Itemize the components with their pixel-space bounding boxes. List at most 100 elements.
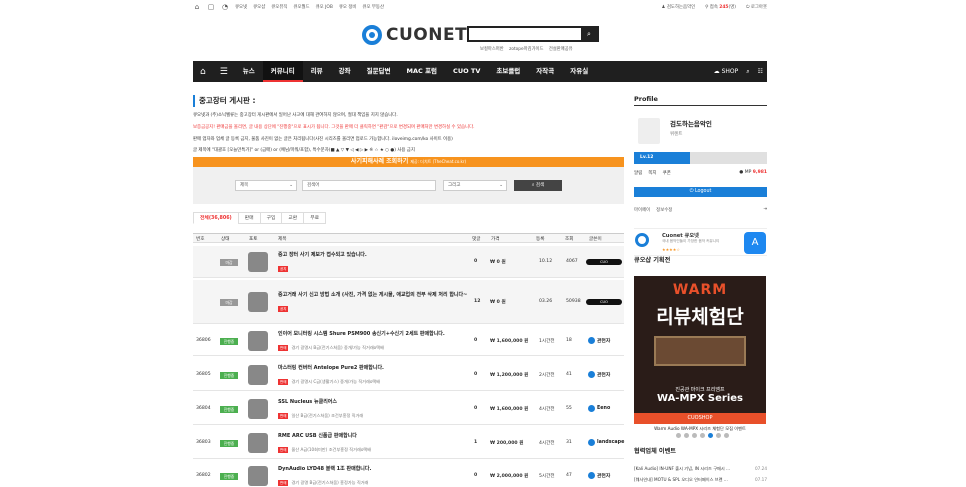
keyword-input[interactable]: 검색어 — [302, 180, 436, 191]
tab-free[interactable]: 무료 — [303, 212, 327, 224]
nav-item-mac-forum[interactable]: MAC 포럼 — [399, 61, 446, 82]
nav-item-community[interactable]: 커뮤니티 — [262, 61, 303, 82]
nav-item-lecture[interactable]: 강좌 — [331, 61, 359, 82]
row-writer[interactable]: 관천자 — [588, 337, 610, 344]
row-writer[interactable]: landscape — [588, 439, 624, 446]
row-thumbnail[interactable] — [248, 466, 268, 486]
row-number: 36805 — [196, 372, 211, 377]
coupons-link[interactable]: 쿠폰 — [663, 170, 671, 176]
row-thumbnail[interactable] — [248, 399, 268, 419]
row-thumbnail[interactable] — [248, 292, 268, 312]
carousel-dot[interactable] — [708, 433, 713, 438]
event-item[interactable]: [Kali Audio] IN-UNF 출시 기념, IN 시리즈 구매시 ..… — [634, 466, 767, 472]
table-row[interactable]: 36805 진행중 마스터링 컨버터 Antelope Pure2 판매합니다. 판매… — [193, 358, 624, 391]
messages-link[interactable]: 쪽지 — [648, 170, 656, 176]
tab-exchange[interactable]: 교환 — [281, 212, 305, 224]
nav-shop-link[interactable]: ☁ SHOP — [714, 68, 739, 75]
home-icon[interactable]: ⌂ — [193, 3, 201, 11]
top-link-cuomusic[interactable]: 큐오뮤직 — [271, 4, 287, 10]
bookmark-icon[interactable]: ▢ — [207, 3, 215, 11]
top-user-name[interactable]: ♟ 검도하는음악인 — [662, 4, 696, 10]
nav-item-original[interactable]: 자작곡 — [528, 61, 562, 82]
mp-points[interactable]: ● MP 9,981 — [739, 170, 767, 176]
tab-sell[interactable]: 판매 — [237, 212, 261, 224]
row-thumbnail[interactable] — [248, 252, 268, 272]
logout-button[interactable]: ⏻ Logout — [634, 187, 767, 197]
table-row[interactable]: 36806 진행중 인이어 모니터링 시스템 Shure PSM900 송신기+수신… — [193, 326, 624, 356]
nav-item-news[interactable]: 뉴스 — [235, 61, 263, 82]
top-link-cuoshop[interactable]: 큐오샵 — [253, 4, 265, 10]
table-row[interactable]: 마감 중고거래 사기 신고 방법 소개 (사진, 가격 없는 게시물, 애교업의 … — [193, 280, 624, 324]
event-item[interactable]: [웨사인내] MOTU & SPL 오디오 인터페이스 브랜 ... 07.17 — [634, 477, 767, 483]
tab-all[interactable]: 전체(36,806) — [193, 212, 239, 224]
nav-item-qna[interactable]: 질문답변 — [359, 61, 399, 82]
field-select[interactable]: 제목 ⌄ — [235, 180, 297, 191]
exit-icon[interactable]: ⇥ — [763, 207, 767, 213]
nav-item-review[interactable]: 리뷰 — [303, 61, 331, 82]
carousel-dot[interactable] — [724, 433, 729, 438]
writer-badge[interactable]: CUO — [586, 299, 622, 305]
avatar[interactable] — [638, 118, 660, 144]
writer-badge[interactable]: CUO — [586, 259, 622, 265]
row-number: 36803 — [196, 440, 211, 445]
rss-icon[interactable]: ◔ — [221, 3, 229, 11]
menu-icon[interactable]: ☰ — [213, 67, 235, 77]
edit-info-link[interactable]: 정보수정 — [656, 207, 672, 213]
row-writer[interactable]: 관천자 — [588, 371, 610, 378]
banner-line2: WA-MPX Series — [656, 393, 744, 404]
filter-search-button[interactable]: ⌕ 검색 — [514, 180, 562, 191]
search-sublink[interactable]: 보컬마스퍼반 — [480, 47, 504, 52]
home-icon[interactable]: ⌂ — [193, 67, 213, 77]
top-link-cuorepair[interactable]: 큐오 정비 — [339, 4, 357, 10]
row-writer-name: 관천자 — [597, 339, 611, 344]
profile-name[interactable]: 검도하는음악인 — [670, 118, 712, 128]
top-logout-link[interactable]: ⏻ 로그아웃 — [746, 4, 767, 10]
row-meta-text: 경기 광명시 C급(생활기스) 중개/가능 직거래o택배 — [291, 379, 381, 384]
banner-line1: 진공관 마이크 프리앰프 — [675, 387, 725, 393]
carousel-dot[interactable] — [684, 433, 689, 438]
table-row[interactable]: 36804 진행중 SSL Nucleus 뉴클리어스 판매 일산 B급(전기스쳐움) … — [193, 393, 624, 425]
carousel-dot[interactable] — [700, 433, 705, 438]
row-writer[interactable]: 관천자 — [588, 472, 610, 479]
search-button[interactable]: ⌕ — [581, 28, 597, 40]
search-sublink[interactable]: 전설판매공유 — [549, 47, 573, 52]
row-thumbnail[interactable] — [248, 365, 268, 385]
top-link-cuonet[interactable]: 큐오넷 — [235, 4, 247, 10]
top-link-cuojob[interactable]: 큐오 JOB — [316, 4, 333, 10]
row-title[interactable]: DynAudio LYD48 블랙 1조 판매합니다. — [278, 465, 371, 472]
row-title[interactable]: 중고거래 사기 신고 방법 소개 (사진, 가격 없는 게시물, 애교업의 전부… — [278, 291, 467, 298]
table-row[interactable]: 마감 중고 장터 사기 제보가 접수되고 있습니다. 공지 0 ₩ 0 원 10.12 40… — [193, 246, 624, 278]
promo-banner[interactable]: WARM 리뷰체험단 진공관 마이크 프리앰프 WA-MPX Series CU… — [634, 276, 766, 424]
top-link-cuorealty[interactable]: 큐오 부동산 — [362, 4, 384, 10]
app-promo[interactable]: Cuonet 큐오넷 국내 음악인들이 가장한 음악 커뮤니티 ★★★★☆ A — [634, 228, 767, 256]
search-sublink[interactable]: zotope마김가이드 — [509, 47, 543, 52]
row-thumbnail[interactable] — [248, 433, 268, 453]
notifications-link[interactable]: 알림 — [634, 170, 642, 176]
search-icon[interactable]: ⌕ — [746, 68, 749, 76]
nav-item-free[interactable]: 자유실 — [562, 61, 596, 82]
scam-lookup-banner[interactable]: 사기피해사례 조회하기 제공: 더치트 (TheCheat.co.kr) — [193, 157, 624, 167]
search-input[interactable] — [469, 28, 581, 40]
banner-caption[interactable]: Warm Audio WA-MPX 시리즈 체험단 모집 이벤트 — [634, 426, 766, 432]
app-store-icon[interactable]: A — [744, 232, 766, 254]
mypage-link[interactable]: 마이페이 — [634, 207, 650, 213]
nav-item-cuotv[interactable]: CUO TV — [445, 61, 488, 82]
nav-item-beginner[interactable]: 초보클럽 — [488, 61, 528, 82]
top-link-cuoworld[interactable]: 큐오월드 — [293, 4, 309, 10]
row-writer[interactable]: Eeno — [588, 405, 610, 412]
carousel-dot[interactable] — [692, 433, 697, 438]
row-title[interactable]: SSL Nucleus 뉴클리어스 — [278, 398, 337, 405]
tab-buy[interactable]: 구입 — [259, 212, 283, 224]
site-logo[interactable]: CUONET — [362, 25, 467, 45]
row-thumbnail[interactable] — [248, 331, 268, 351]
carousel-dot[interactable] — [716, 433, 721, 438]
list-icon[interactable]: ☷ — [758, 68, 763, 75]
row-title[interactable]: 마스터링 컨버터 Antelope Pure2 판매합니다. — [278, 364, 384, 371]
table-row[interactable]: 36802 진행중 DynAudio LYD48 블랙 1조 판매합니다. 판매 경기 … — [193, 461, 624, 487]
row-title[interactable]: 인이어 모니터링 시스템 Shure PSM900 송신기+수신기 2세트 판매… — [278, 330, 445, 337]
operator-select[interactable]: 그리고 ⌄ — [443, 180, 507, 191]
row-title[interactable]: RME ARC USB 신품급 판매합니다 — [278, 432, 357, 439]
table-row[interactable]: 36803 진행중 RME ARC USB 신품급 판매합니다 판매 울산 A급(10회… — [193, 427, 624, 459]
row-title[interactable]: 중고 장터 사기 제보가 접수되고 있습니다. — [278, 251, 367, 258]
carousel-dot[interactable] — [676, 433, 681, 438]
